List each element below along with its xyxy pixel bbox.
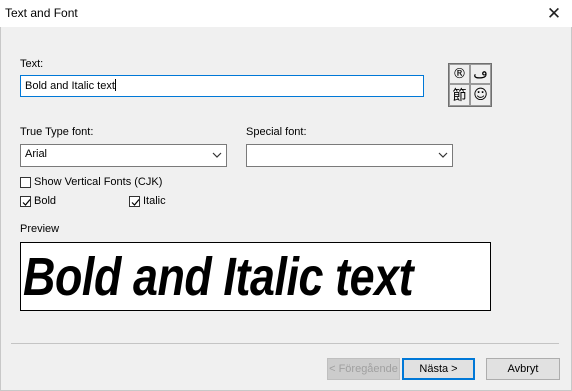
smiley-icon: ☺ xyxy=(470,84,491,106)
bold-label: Bold xyxy=(34,195,57,207)
vertical-fonts-checkbox[interactable]: Show Vertical Fonts (CJK) xyxy=(20,176,162,188)
next-button[interactable]: Nästa > xyxy=(402,358,475,380)
chevron-down-icon xyxy=(212,152,222,158)
back-button[interactable]: < Föregående xyxy=(327,358,400,380)
text-input-value: Bold and Italic text xyxy=(25,80,115,92)
window-border-left xyxy=(0,27,1,391)
arabic-letter-icon: ڡ xyxy=(470,64,491,84)
title-bar: Text and Font ✕ xyxy=(0,0,572,27)
separator xyxy=(11,343,559,344)
preview-text: Bold and Italic text xyxy=(23,247,414,307)
text-caret xyxy=(114,79,116,91)
window-title: Text and Font xyxy=(5,6,78,20)
truetype-font-value: Arial xyxy=(25,148,48,160)
text-label: Text: xyxy=(20,58,44,70)
chevron-down-icon xyxy=(438,152,448,158)
preview-box: Bold and Italic text xyxy=(20,242,491,311)
special-character-button[interactable]: ® ڡ 節 ☺ xyxy=(448,63,492,107)
truetype-font-label: True Type font: xyxy=(20,126,94,138)
checkmark-icon xyxy=(22,198,31,206)
checkmark-icon xyxy=(131,198,140,206)
registered-symbol-icon: ® xyxy=(449,64,470,84)
italic-box[interactable] xyxy=(129,195,140,207)
bold-box[interactable] xyxy=(20,195,31,207)
cancel-button[interactable]: Avbryt xyxy=(486,358,560,380)
truetype-font-dropdown[interactable]: Arial xyxy=(20,144,227,167)
vertical-fonts-box[interactable] xyxy=(20,176,31,188)
special-font-label: Special font: xyxy=(246,126,307,138)
bold-checkbox[interactable]: Bold xyxy=(20,195,56,207)
text-input[interactable]: Bold and Italic text xyxy=(20,75,424,97)
vertical-fonts-label: Show Vertical Fonts (CJK) xyxy=(34,176,163,188)
cjk-character-icon: 節 xyxy=(449,84,470,106)
italic-label: Italic xyxy=(143,195,166,207)
special-font-dropdown[interactable] xyxy=(246,144,453,167)
italic-checkbox[interactable]: Italic xyxy=(129,195,166,207)
close-icon: ✕ xyxy=(546,3,562,23)
preview-label: Preview xyxy=(20,223,60,235)
close-button[interactable]: ✕ xyxy=(536,0,572,27)
